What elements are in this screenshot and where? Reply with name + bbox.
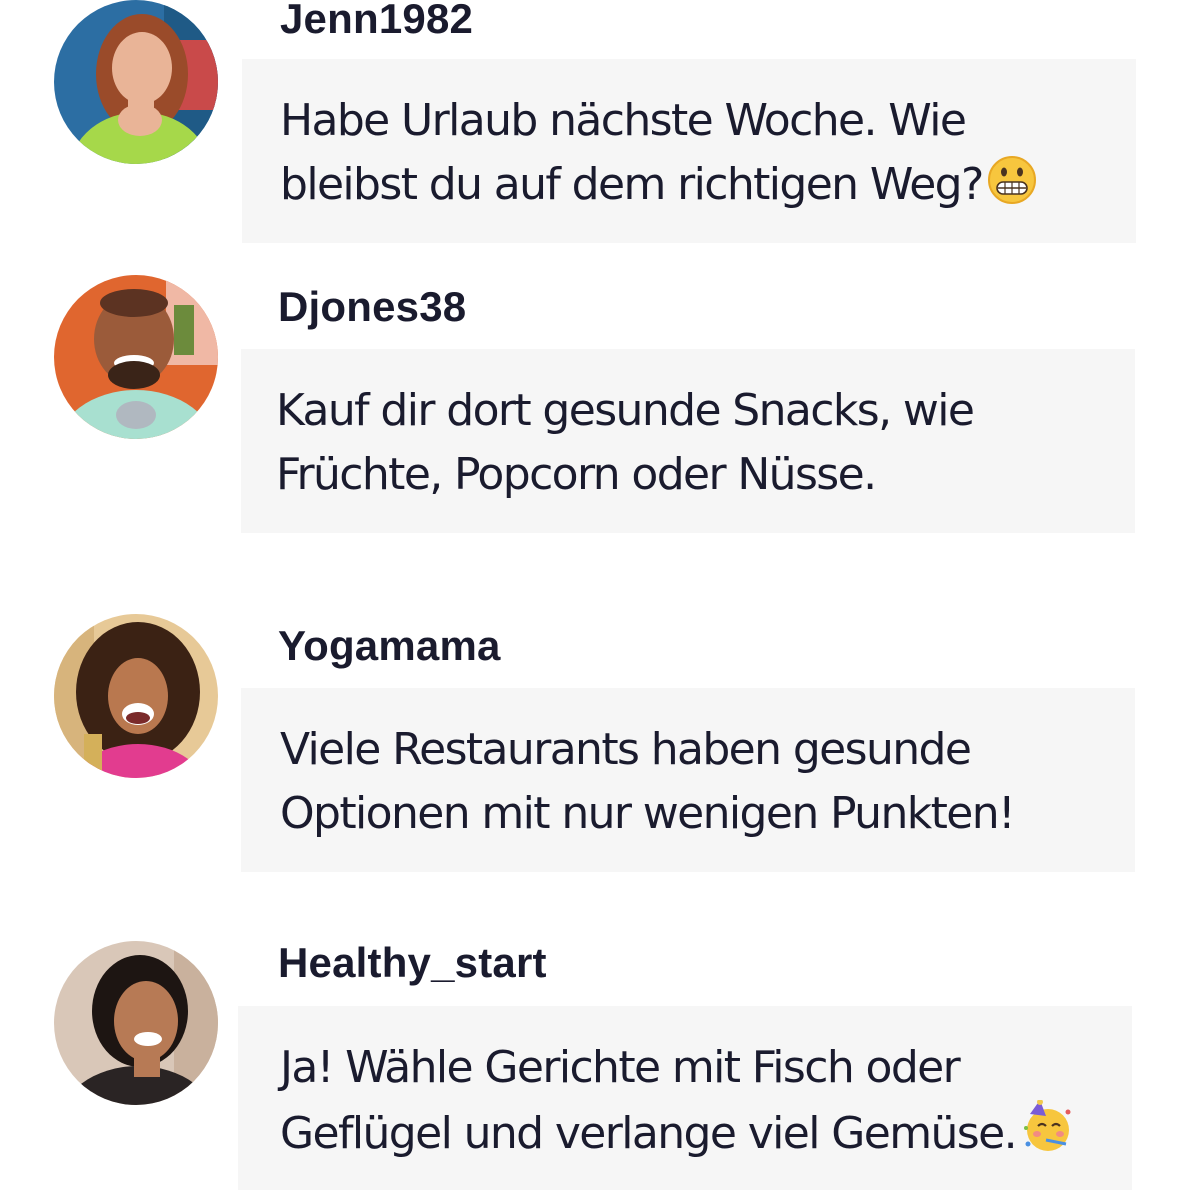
avatar[interactable] <box>54 614 218 778</box>
partying-face-icon <box>1020 1099 1074 1172</box>
comment-text: Habe Urlaub nächste Woche. Wie bleibst d… <box>280 95 984 210</box>
comment-text: Ja! Wähle Gerichte mit Fisch oder Geflüg… <box>280 1042 1018 1159</box>
comment-bubble: Habe Urlaub nächste Woche. Wie bleibst d… <box>242 59 1136 243</box>
comment-bubble: Viele Restaurants haben gesunde Optionen… <box>241 688 1135 872</box>
avatar-photo-healthy-start <box>54 941 218 1105</box>
comment-text: Viele Restaurants haben gesunde Optionen… <box>280 724 1016 839</box>
avatar[interactable] <box>54 0 218 164</box>
avatar-photo-jenn <box>54 0 218 164</box>
avatar-photo-djones <box>54 275 218 439</box>
comment-bubble: Ja! Wähle Gerichte mit Fisch oder Geflüg… <box>238 1006 1132 1190</box>
comment-bubble: Kauf dir dort gesunde Snacks, wie Frücht… <box>241 349 1135 533</box>
comment-text: Kauf dir dort gesunde Snacks, wie Frücht… <box>276 385 975 500</box>
username[interactable]: Jenn1982 <box>280 0 473 40</box>
username[interactable]: Djones38 <box>278 286 466 328</box>
username[interactable]: Healthy_start <box>278 942 547 984</box>
avatar[interactable] <box>54 275 218 439</box>
avatar[interactable] <box>54 941 218 1105</box>
username[interactable]: Yogamama <box>278 625 501 667</box>
grimacing-face-icon <box>987 155 1037 223</box>
avatar-photo-yogamama <box>54 614 218 778</box>
